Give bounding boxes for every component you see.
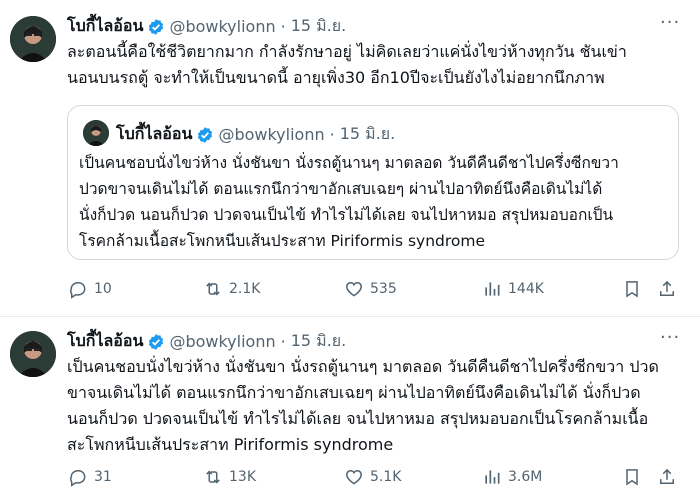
repost-count: 2.1K [229,281,261,297]
bookmark-icon [626,469,638,486]
views-button[interactable]: 144K [482,279,544,299]
post-date[interactable]: 15 มิ.ย. [291,329,347,354]
tweet-1[interactable]: โบกี้ไลอ้อน @bowkylionn · 15 มิ.ย. ··· ล… [0,0,700,317]
heart-icon [346,281,362,297]
repost-icon [206,282,220,296]
bookmark-icon [626,281,638,298]
text-line: ละตอนนี้คือใช้ชีวิตยากมาก กำลังรักษาอยู่… [67,42,627,61]
tweet-header: โบกี้ไลอ้อน @bowkylionn · 15 มิ.ย. [67,329,346,354]
post-date[interactable]: 15 มิ.ย. [291,14,347,39]
repost-count: 13K [229,469,256,485]
text-line: โรคกล้ามเนื้อสะโพกหนีบเส้นประสาท Pirifor… [79,232,486,250]
text-line: ปวดขาจนเดินไม่ได้ ตอนแรกนึกว่าขาอักเสบเฉ… [79,180,603,198]
like-button[interactable]: 535 [344,279,397,299]
quote-author-name: โบกี้ไลอ้อน [116,124,193,143]
share-button[interactable] [657,467,677,487]
view-count: 3.6M [508,469,543,485]
verified-badge-icon [147,333,165,351]
text-line: ขาจนเดินไม่ได้ ตอนแรกนึกว่าขาอักเสบเฉยๆ … [67,383,641,402]
heart-icon [346,469,362,485]
author-name[interactable]: โบกี้ไลอ้อน [67,329,143,354]
reply-icon [70,282,86,299]
avatar[interactable] [10,16,56,62]
repost-icon [206,470,220,484]
quote-avatar [83,120,109,146]
text-line: นอนก็ปวด ปวดจนเป็นไข้ ทำไรไม่ได้เลย จนไป… [67,409,649,428]
text-line: นั่งก็ปวด นอนก็ปวด ปวดจนเป็นไข้ ทำไรไม่ไ… [79,206,614,224]
quote-author-handle: @bowkylionn [218,125,325,144]
quote-text: เป็นคนชอบนั่งไขว่ห้าง นั่งชันขา นั่งรถตู… [79,150,619,254]
author-name[interactable]: โบกี้ไลอ้อน [67,14,143,39]
text-line: เป็นคนชอบนั่งไขว่ห้าง นั่งชันขา นั่งรถตู… [79,154,619,172]
tweet-header: โบกี้ไลอ้อน @bowkylionn · 15 มิ.ย. [67,14,346,39]
share-icon [660,280,674,296]
text-line: สะโพกหนีบเส้นประสาท Piriformis syndrome [67,435,394,454]
like-button[interactable]: 5.1K [344,467,401,487]
bookmark-button[interactable] [622,279,642,299]
tweet-text: ละตอนนี้คือใช้ชีวิตยากมาก กำลังรักษาอยู่… [67,39,627,91]
verified-badge-icon [147,18,165,36]
author-handle[interactable]: @bowkylionn [169,332,275,351]
separator-dot: · [329,125,335,144]
quote-post-date: 15 มิ.ย. [339,124,396,143]
reply-count: 31 [94,469,112,485]
views-button[interactable]: 3.6M [482,467,542,487]
more-options-icon[interactable]: ··· [660,327,680,348]
tweet-2[interactable]: โบกี้ไลอ้อน @bowkylionn · 15 มิ.ย. ··· เ… [0,317,700,504]
tweet-text: เป็นคนชอบนั่งไขว่ห้าง นั่งชันขา นั่งรถตู… [67,354,659,458]
quote-header: โบกี้ไลอ้อน @bowkylionn · 15 มิ.ย. [116,122,395,147]
reply-button[interactable]: 10 [68,279,112,299]
verified-badge-icon [196,126,214,144]
text-line: นอนบนรถตู้ จะทำให้เป็นขนาดนี้ อายุเพิ่ง3… [67,68,605,87]
separator-dot: · [280,332,286,351]
repost-button[interactable]: 2.1K [203,279,260,299]
like-count: 5.1K [370,469,402,485]
bookmark-button[interactable] [622,467,642,487]
view-count: 144K [508,281,544,297]
share-icon [660,468,674,484]
share-button[interactable] [657,279,677,299]
views-icon [485,470,500,484]
avatar[interactable] [10,331,56,377]
more-options-icon[interactable]: ··· [660,12,680,33]
reply-button[interactable]: 31 [68,467,112,487]
reply-count: 10 [94,281,112,297]
text-line: เป็นคนชอบนั่งไขว่ห้าง นั่งชันขา นั่งรถตู… [67,357,659,376]
separator-dot: · [280,17,286,36]
repost-button[interactable]: 13K [203,467,256,487]
reply-icon [70,470,86,487]
author-handle[interactable]: @bowkylionn [169,17,275,36]
views-icon [485,282,500,296]
like-count: 535 [370,281,397,297]
quoted-tweet[interactable]: โบกี้ไลอ้อน @bowkylionn · 15 มิ.ย. เป็นค… [67,105,679,260]
